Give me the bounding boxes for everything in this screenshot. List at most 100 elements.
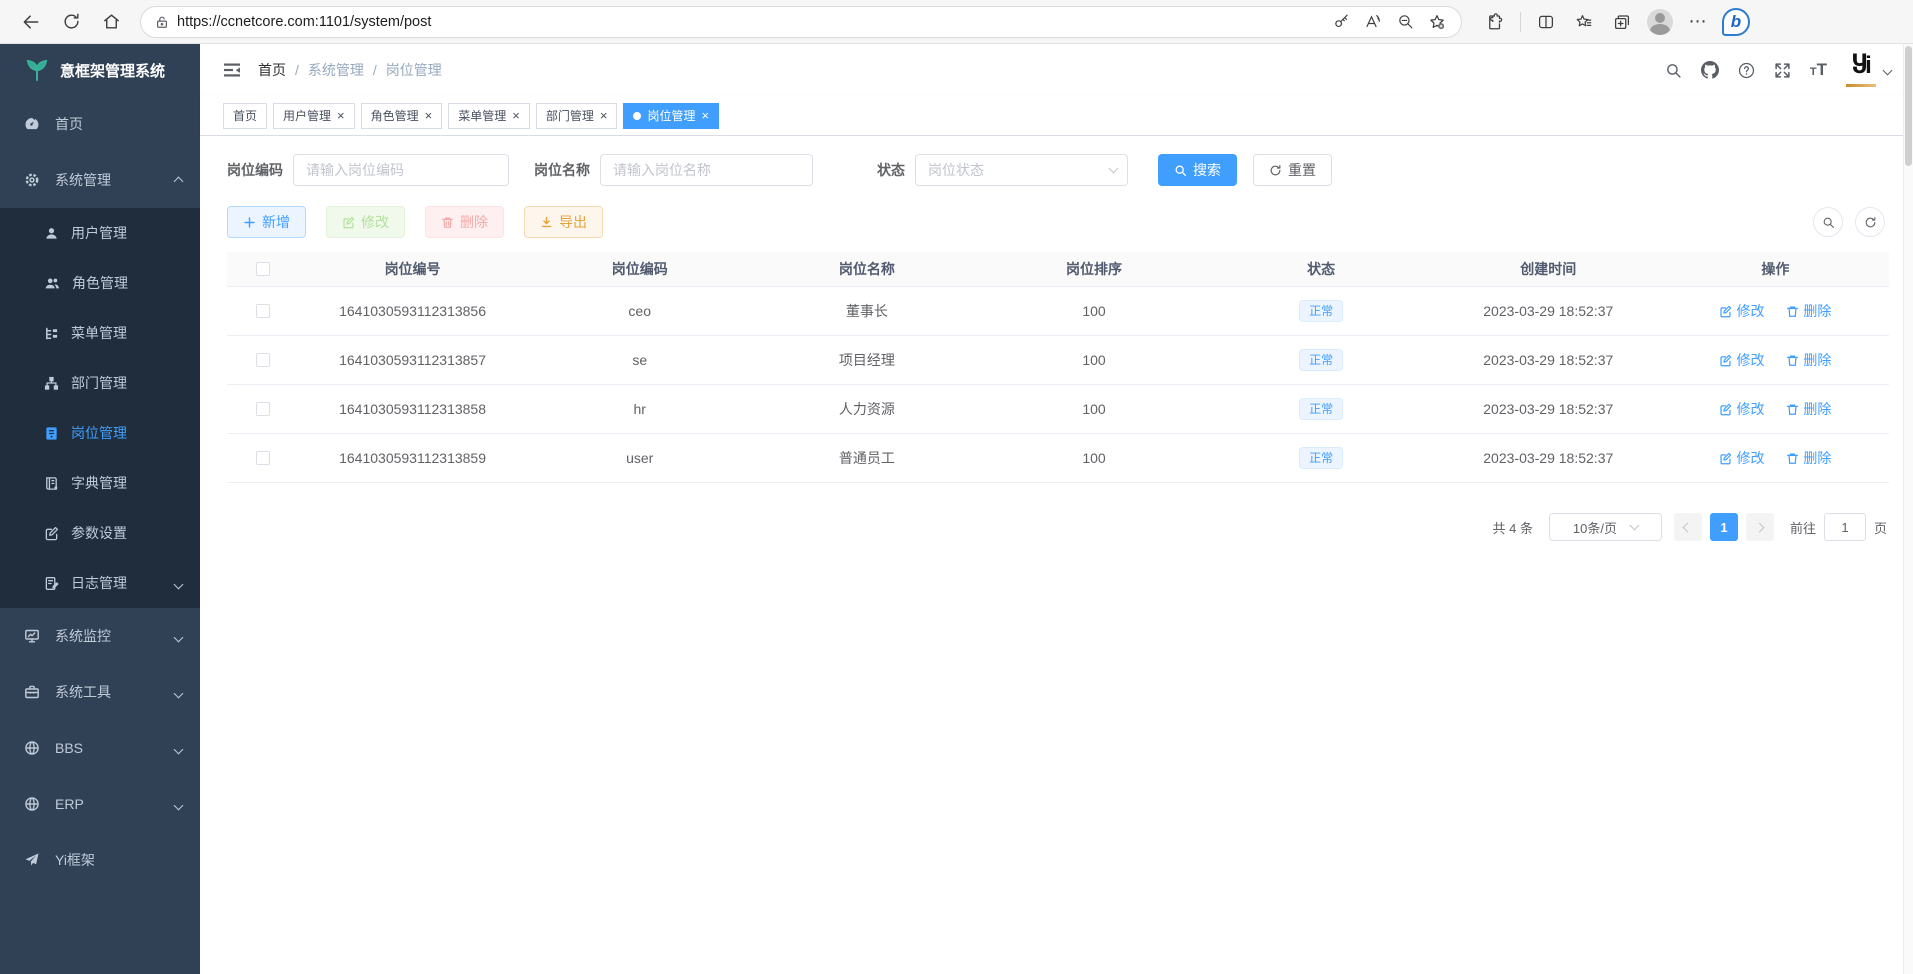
tab-home[interactable]: 首页 [223,103,267,129]
sidebar-item-yi-framework[interactable]: Yi框架 [0,832,200,888]
browser-menu-button[interactable]: ⋯ [1681,5,1715,39]
row-edit-button[interactable]: 修改 [1719,399,1764,419]
favorites-button[interactable] [1567,5,1601,39]
post-code-label: 岗位编码 [227,160,283,180]
tab-user-management[interactable]: 用户管理× [273,103,355,129]
select-all-checkbox[interactable] [256,262,270,276]
zoom-out-button[interactable] [1391,8,1419,36]
favorite-add-button[interactable] [1423,8,1451,36]
close-icon[interactable]: × [425,109,433,122]
reset-button[interactable]: 重置 [1253,154,1332,186]
browser-home-button[interactable] [94,5,128,39]
sidebar-item-erp[interactable]: ERP [0,776,200,832]
header-textsize-button[interactable]: TT [1810,60,1827,80]
split-screen-button[interactable] [1529,5,1563,39]
row-delete-button[interactable]: 删除 [1786,399,1831,419]
star-add-icon [1428,13,1446,31]
row-checkbox[interactable] [256,402,270,416]
status-select[interactable]: 岗位状态 [915,154,1128,186]
collections-button[interactable] [1605,5,1639,39]
bing-chat-button[interactable]: b [1719,5,1753,39]
next-page-button[interactable] [1746,513,1774,541]
sidebar-collapse-button[interactable] [222,60,242,80]
address-bar[interactable] [140,6,1462,38]
prev-page-button[interactable] [1674,513,1702,541]
close-icon[interactable]: × [512,109,520,122]
add-button[interactable]: 新增 [227,206,306,238]
sidebar-item-system-monitor[interactable]: 系统监控 [0,608,200,664]
export-button[interactable]: 导出 [524,206,603,238]
refresh-table-button[interactable] [1855,207,1885,237]
sidebar-item-param-settings[interactable]: 参数设置 [0,508,200,558]
browser-refresh-button[interactable] [54,5,88,39]
close-icon[interactable]: × [600,109,608,122]
profile-button[interactable] [1643,5,1677,39]
sidebar-item-label: 岗位管理 [71,423,127,443]
row-checkbox[interactable] [256,353,270,367]
post-name-input[interactable] [600,154,813,186]
row-edit-label: 修改 [1736,448,1764,468]
row-delete-button[interactable]: 删除 [1786,350,1831,370]
row-checkbox[interactable] [256,304,270,318]
app-title: 意框架管理系统 [60,60,165,81]
sidebar-item-log-management[interactable]: 日志管理 [0,558,200,608]
header-search-button[interactable] [1665,62,1682,79]
log-icon [44,576,59,591]
password-key-button[interactable] [1327,8,1355,36]
row-delete-button[interactable]: 删除 [1786,301,1831,321]
sidebar-item-dept-management[interactable]: 部门管理 [0,358,200,408]
tab-role-management[interactable]: 角色管理× [361,103,443,129]
column-header: 创建时间 [1435,259,1662,279]
active-tab-dot-icon [633,112,641,120]
post-code-input[interactable] [293,154,509,186]
status-select-placeholder: 岗位状态 [928,160,984,180]
tab-menu-management[interactable]: 菜单管理× [448,103,530,129]
sidebar-item-user-management[interactable]: 用户管理 [0,208,200,258]
page-scrollbar[interactable] [1903,44,1913,974]
status-badge: 正常 [1299,349,1343,371]
search-button[interactable]: 搜索 [1158,154,1237,186]
sidebar-item-home[interactable]: 首页 [0,96,200,152]
sidebar-item-system-management[interactable]: 系统管理 [0,152,200,208]
page-size-select[interactable]: 10条/页 [1549,513,1662,541]
column-header: 岗位编码 [526,259,753,279]
sidebar-item-bbs[interactable]: BBS [0,720,200,776]
row-edit-button[interactable]: 修改 [1719,448,1764,468]
chevron-up-icon [174,177,184,187]
sidebar-item-role-management[interactable]: 角色管理 [0,258,200,308]
tab-dept-management[interactable]: 部门管理× [536,103,618,129]
scrollbar-thumb[interactable] [1905,46,1912,166]
sidebar-item-menu-management[interactable]: 菜单管理 [0,308,200,358]
user-avatar-menu[interactable]: Ⴘi [1846,53,1891,87]
add-button-label: 新增 [262,212,290,232]
column-header: 岗位名称 [753,259,980,279]
edit-icon [44,526,59,541]
sidebar-item-label: ERP [55,796,84,812]
edit-button[interactable]: 修改 [326,206,405,238]
show-search-toggle-button[interactable] [1813,207,1843,237]
browser-back-button[interactable] [14,5,48,39]
sidebar-item-label: 部门管理 [71,373,127,393]
breadcrumb-home[interactable]: 首页 [258,60,286,80]
delete-button[interactable]: 删除 [425,206,504,238]
goto-page-input[interactable] [1824,513,1866,541]
header-fullscreen-button[interactable] [1774,62,1791,79]
extensions-button[interactable] [1478,5,1512,39]
page-number-button[interactable]: 1 [1710,513,1738,541]
row-checkbox[interactable] [256,451,270,465]
read-aloud-button[interactable] [1359,8,1387,36]
header-github-button[interactable] [1701,61,1719,79]
row-edit-button[interactable]: 修改 [1719,350,1764,370]
sidebar-item-system-tools[interactable]: 系统工具 [0,664,200,720]
row-edit-button[interactable]: 修改 [1719,301,1764,321]
url-input[interactable] [177,14,1319,30]
close-icon[interactable]: × [337,109,345,122]
help-icon [1738,62,1755,79]
row-delete-button[interactable]: 删除 [1786,448,1831,468]
close-icon[interactable]: × [701,109,709,122]
header-help-button[interactable] [1738,62,1755,79]
toolbar-divider [1520,12,1521,32]
sidebar-item-dict-management[interactable]: 字典管理 [0,458,200,508]
sidebar-item-post-management[interactable]: 岗位管理 [0,408,200,458]
tab-post-management[interactable]: 岗位管理× [623,103,719,129]
